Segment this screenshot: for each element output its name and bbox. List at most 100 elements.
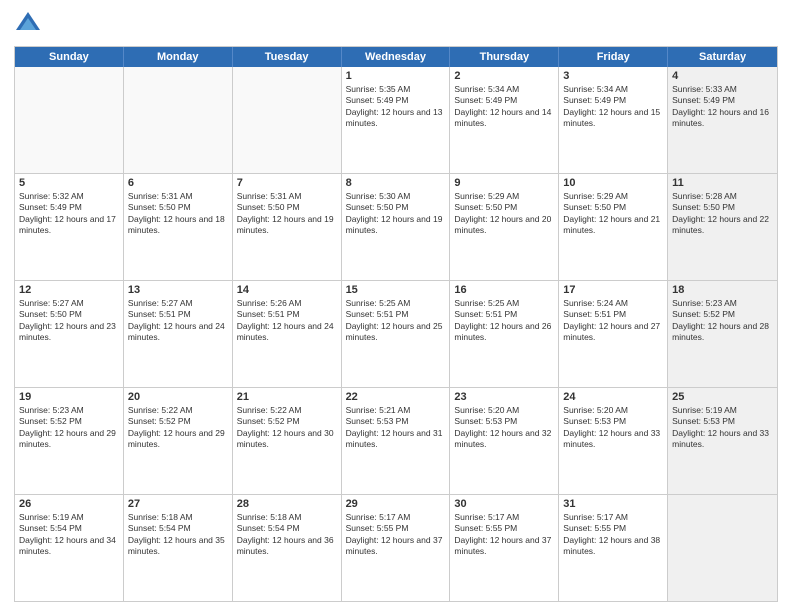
- calendar-cell: 6 Sunrise: 5:31 AMSunset: 5:50 PMDaylight…: [124, 174, 233, 280]
- day-number: 3: [563, 70, 663, 82]
- day-number: 2: [454, 70, 554, 82]
- calendar-cell: 26 Sunrise: 5:19 AMSunset: 5:54 PMDayligh…: [15, 495, 124, 601]
- calendar-cell: 1 Sunrise: 5:35 AMSunset: 5:49 PMDaylight…: [342, 67, 451, 173]
- cell-info: Sunrise: 5:25 AMSunset: 5:51 PMDaylight:…: [454, 298, 554, 344]
- calendar-cell: 25 Sunrise: 5:19 AMSunset: 5:53 PMDayligh…: [668, 388, 777, 494]
- calendar-body: 1 Sunrise: 5:35 AMSunset: 5:49 PMDaylight…: [15, 67, 777, 601]
- cell-info: Sunrise: 5:20 AMSunset: 5:53 PMDaylight:…: [454, 405, 554, 451]
- calendar-cell: 18Sunrise: 5:23 AMSunset: 5:52 PMDayligh…: [668, 281, 777, 387]
- calendar-cell: 5 Sunrise: 5:32 AMSunset: 5:49 PMDaylight…: [15, 174, 124, 280]
- calendar-cell: 15 Sunrise: 5:25 AMSunset: 5:51 PMDayligh…: [342, 281, 451, 387]
- calendar-cell: [15, 67, 124, 173]
- cell-info: Sunrise: 5:28 AMSunset: 5:50 PMDaylight:…: [672, 191, 773, 237]
- cell-info: Sunrise: 5:24 AMSunset: 5:51 PMDaylight:…: [563, 298, 663, 344]
- cell-info: Sunrise: 5:20 AMSunset: 5:53 PMDaylight:…: [563, 405, 663, 451]
- logo-icon: [14, 10, 42, 38]
- calendar-cell: 4Sunrise: 5:33 AMSunset: 5:49 PMDaylight…: [668, 67, 777, 173]
- day-header-tuesday: Tuesday: [233, 47, 342, 67]
- day-number: 21: [237, 391, 337, 403]
- calendar-cell: 31 Sunrise: 5:17 AMSunset: 5:55 PMDayligh…: [559, 495, 668, 601]
- day-number: 12: [19, 284, 119, 296]
- calendar-cell: [124, 67, 233, 173]
- calendar-cell: 28 Sunrise: 5:18 AMSunset: 5:54 PMDayligh…: [233, 495, 342, 601]
- cell-info: Sunrise: 5:26 AMSunset: 5:51 PMDaylight:…: [237, 298, 337, 344]
- cell-info: Sunrise: 5:27 AMSunset: 5:51 PMDaylight:…: [128, 298, 228, 344]
- day-number: 11: [672, 177, 773, 189]
- calendar-week-2: 5 Sunrise: 5:32 AMSunset: 5:49 PMDaylight…: [15, 174, 777, 281]
- cell-info: Sunrise: 5:27 AMSunset: 5:50 PMDaylight:…: [19, 298, 119, 344]
- day-number: 15: [346, 284, 446, 296]
- logo: [14, 10, 46, 38]
- calendar-week-5: 26 Sunrise: 5:19 AMSunset: 5:54 PMDayligh…: [15, 495, 777, 601]
- calendar-cell: 13 Sunrise: 5:27 AMSunset: 5:51 PMDayligh…: [124, 281, 233, 387]
- calendar-cell: 23 Sunrise: 5:20 AMSunset: 5:53 PMDayligh…: [450, 388, 559, 494]
- day-number: 5: [19, 177, 119, 189]
- cell-info: Sunrise: 5:31 AMSunset: 5:50 PMDaylight:…: [128, 191, 228, 237]
- day-header-monday: Monday: [124, 47, 233, 67]
- cell-info: Sunrise: 5:33 AMSunset: 5:49 PMDaylight:…: [672, 84, 773, 130]
- day-header-friday: Friday: [559, 47, 668, 67]
- calendar-cell: 8 Sunrise: 5:30 AMSunset: 5:50 PMDaylight…: [342, 174, 451, 280]
- cell-info: Sunrise: 5:23 AMSunset: 5:52 PMDaylight:…: [19, 405, 119, 451]
- cell-info: Sunrise: 5:19 AMSunset: 5:54 PMDaylight:…: [19, 512, 119, 558]
- calendar-cell: 24 Sunrise: 5:20 AMSunset: 5:53 PMDayligh…: [559, 388, 668, 494]
- calendar-cell: 10 Sunrise: 5:29 AMSunset: 5:50 PMDayligh…: [559, 174, 668, 280]
- day-number: 30: [454, 498, 554, 510]
- day-number: 8: [346, 177, 446, 189]
- calendar-cell: 16Sunrise: 5:25 AMSunset: 5:51 PMDayligh…: [450, 281, 559, 387]
- calendar-cell: 12 Sunrise: 5:27 AMSunset: 5:50 PMDayligh…: [15, 281, 124, 387]
- day-number: 31: [563, 498, 663, 510]
- calendar-cell: 21Sunrise: 5:22 AMSunset: 5:52 PMDayligh…: [233, 388, 342, 494]
- calendar-week-4: 19Sunrise: 5:23 AMSunset: 5:52 PMDayligh…: [15, 388, 777, 495]
- calendar-week-3: 12 Sunrise: 5:27 AMSunset: 5:50 PMDayligh…: [15, 281, 777, 388]
- calendar-cell: 9Sunrise: 5:29 AMSunset: 5:50 PMDaylight…: [450, 174, 559, 280]
- day-number: 18: [672, 284, 773, 296]
- cell-info: Sunrise: 5:17 AMSunset: 5:55 PMDaylight:…: [346, 512, 446, 558]
- calendar-header: SundayMondayTuesdayWednesdayThursdayFrid…: [15, 47, 777, 67]
- day-number: 13: [128, 284, 228, 296]
- day-header-thursday: Thursday: [450, 47, 559, 67]
- day-number: 9: [454, 177, 554, 189]
- day-number: 25: [672, 391, 773, 403]
- calendar-cell: 3 Sunrise: 5:34 AMSunset: 5:49 PMDaylight…: [559, 67, 668, 173]
- calendar-cell: 7Sunrise: 5:31 AMSunset: 5:50 PMDaylight…: [233, 174, 342, 280]
- day-number: 24: [563, 391, 663, 403]
- cell-info: Sunrise: 5:22 AMSunset: 5:52 PMDaylight:…: [128, 405, 228, 451]
- calendar-cell: 20 Sunrise: 5:22 AMSunset: 5:52 PMDayligh…: [124, 388, 233, 494]
- day-number: 28: [237, 498, 337, 510]
- day-number: 10: [563, 177, 663, 189]
- day-number: 22: [346, 391, 446, 403]
- cell-info: Sunrise: 5:34 AMSunset: 5:49 PMDaylight:…: [454, 84, 554, 130]
- day-header-saturday: Saturday: [668, 47, 777, 67]
- cell-info: Sunrise: 5:29 AMSunset: 5:50 PMDaylight:…: [563, 191, 663, 237]
- calendar: SundayMondayTuesdayWednesdayThursdayFrid…: [14, 46, 778, 602]
- cell-info: Sunrise: 5:19 AMSunset: 5:53 PMDaylight:…: [672, 405, 773, 451]
- calendar-cell: 30Sunrise: 5:17 AMSunset: 5:55 PMDayligh…: [450, 495, 559, 601]
- day-number: 27: [128, 498, 228, 510]
- calendar-cell: [233, 67, 342, 173]
- calendar-week-1: 1 Sunrise: 5:35 AMSunset: 5:49 PMDaylight…: [15, 67, 777, 174]
- page: SundayMondayTuesdayWednesdayThursdayFrid…: [0, 0, 792, 612]
- calendar-cell: 22Sunrise: 5:21 AMSunset: 5:53 PMDayligh…: [342, 388, 451, 494]
- cell-info: Sunrise: 5:17 AMSunset: 5:55 PMDaylight:…: [563, 512, 663, 558]
- day-header-wednesday: Wednesday: [342, 47, 451, 67]
- cell-info: Sunrise: 5:35 AMSunset: 5:49 PMDaylight:…: [346, 84, 446, 130]
- cell-info: Sunrise: 5:18 AMSunset: 5:54 PMDaylight:…: [128, 512, 228, 558]
- day-number: 23: [454, 391, 554, 403]
- day-number: 6: [128, 177, 228, 189]
- day-number: 29: [346, 498, 446, 510]
- day-number: 20: [128, 391, 228, 403]
- cell-info: Sunrise: 5:25 AMSunset: 5:51 PMDaylight:…: [346, 298, 446, 344]
- day-number: 7: [237, 177, 337, 189]
- calendar-cell: 27 Sunrise: 5:18 AMSunset: 5:54 PMDayligh…: [124, 495, 233, 601]
- cell-info: Sunrise: 5:18 AMSunset: 5:54 PMDaylight:…: [237, 512, 337, 558]
- day-number: 26: [19, 498, 119, 510]
- cell-info: Sunrise: 5:34 AMSunset: 5:49 PMDaylight:…: [563, 84, 663, 130]
- cell-info: Sunrise: 5:30 AMSunset: 5:50 PMDaylight:…: [346, 191, 446, 237]
- cell-info: Sunrise: 5:32 AMSunset: 5:49 PMDaylight:…: [19, 191, 119, 237]
- calendar-cell: 14Sunrise: 5:26 AMSunset: 5:51 PMDayligh…: [233, 281, 342, 387]
- day-number: 1: [346, 70, 446, 82]
- day-number: 17: [563, 284, 663, 296]
- calendar-cell: 19Sunrise: 5:23 AMSunset: 5:52 PMDayligh…: [15, 388, 124, 494]
- calendar-cell: 2 Sunrise: 5:34 AMSunset: 5:49 PMDaylight…: [450, 67, 559, 173]
